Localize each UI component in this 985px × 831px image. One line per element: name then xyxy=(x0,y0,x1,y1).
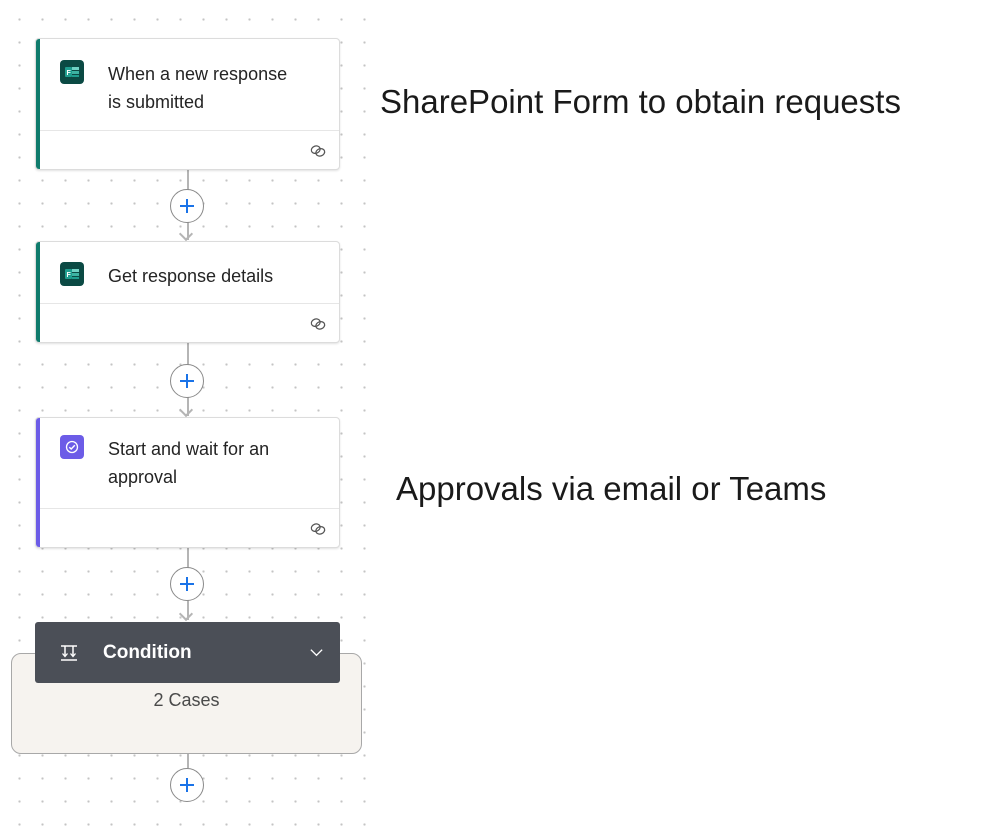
forms-icon: F xyxy=(60,60,84,84)
add-step-button[interactable] xyxy=(170,768,204,802)
condition-header[interactable]: Condition xyxy=(35,622,340,683)
forms-icon: F xyxy=(60,262,84,286)
add-step-button[interactable] xyxy=(170,567,204,601)
connection-link-icon[interactable] xyxy=(309,520,327,538)
plus-icon xyxy=(180,778,194,792)
add-step-button[interactable] xyxy=(170,364,204,398)
plus-icon xyxy=(180,374,194,388)
svg-text:F: F xyxy=(67,272,72,279)
trigger-card-new-response[interactable]: F When a new response is submitted xyxy=(35,38,340,170)
annotation-approvals: Approvals via email or Teams xyxy=(396,470,827,507)
connection-link-icon[interactable] xyxy=(309,315,327,333)
action-card-get-response[interactable]: F Get response details xyxy=(35,241,340,343)
add-step-button[interactable] xyxy=(170,189,204,223)
arrow-down-icon xyxy=(178,226,194,242)
action-card-start-approval[interactable]: Start and wait for an approval xyxy=(35,417,340,548)
condition-icon xyxy=(61,644,77,661)
plus-icon xyxy=(180,199,194,213)
annotation-sharepoint-form: SharePoint Form to obtain requests xyxy=(380,83,901,120)
connector-line xyxy=(187,754,189,768)
step-title: When a new response is submitted xyxy=(108,64,288,112)
condition-title: Condition xyxy=(103,641,192,663)
chevron-down-icon[interactable] xyxy=(309,645,324,660)
flow-canvas: F When a new response is submitted F Get… xyxy=(0,0,382,831)
approval-icon xyxy=(60,435,84,459)
condition-cases-count: 2 Cases xyxy=(153,690,220,710)
step-title: Get response details xyxy=(108,266,274,286)
step-title: Start and wait for an approval xyxy=(108,439,270,487)
arrow-down-icon xyxy=(178,606,194,622)
arrow-down-icon xyxy=(178,402,194,418)
svg-text:F: F xyxy=(67,70,72,77)
connection-link-icon[interactable] xyxy=(309,142,327,160)
plus-icon xyxy=(180,577,194,591)
